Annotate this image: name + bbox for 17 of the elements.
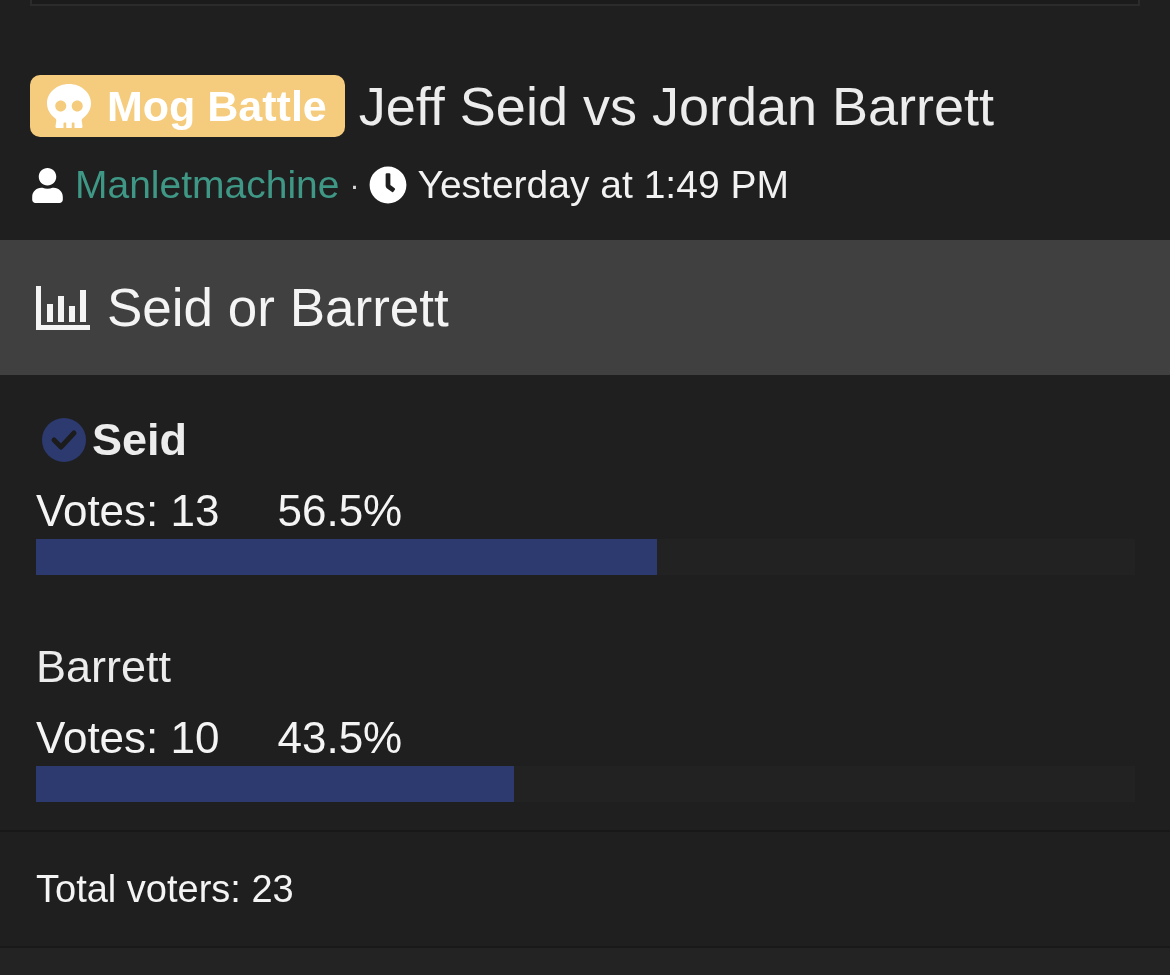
total-voters: Total voters: 23 — [36, 867, 294, 911]
vote-percent: 43.5% — [277, 712, 403, 764]
separator-dot: · — [349, 167, 360, 203]
post-time: Yesterday at 1:49 PM — [417, 162, 789, 208]
thread-title: Jeff Seid vs Jordan Barrett — [358, 75, 995, 137]
poll-question: Seid or Barrett — [107, 276, 449, 339]
check-circle-icon — [42, 418, 86, 462]
option-label: Barrett — [36, 641, 172, 693]
skull-icon — [47, 84, 91, 128]
author-link[interactable]: Manletmachine — [75, 161, 340, 209]
vote-percent: 56.5% — [277, 485, 403, 537]
vote-count: Votes: 10 — [36, 712, 220, 764]
bar-chart-icon — [36, 285, 90, 330]
option-label: Seid — [92, 414, 188, 466]
user-icon — [30, 167, 65, 203]
clock-icon — [369, 166, 408, 204]
vote-count: Votes: 13 — [36, 485, 220, 537]
